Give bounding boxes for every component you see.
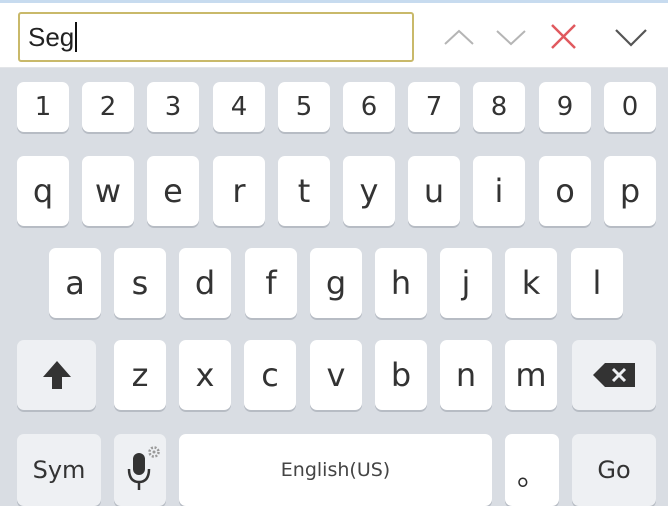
chevron-up-icon[interactable] xyxy=(440,18,478,56)
key-f[interactable]: f xyxy=(245,248,297,318)
key-label: 6 xyxy=(360,92,378,122)
key-label: g xyxy=(325,264,347,302)
key-label: f xyxy=(265,264,277,302)
key-s[interactable]: s xyxy=(114,248,166,318)
key-label: n xyxy=(455,356,477,394)
key-d[interactable]: d xyxy=(179,248,231,318)
key-label: 5 xyxy=(295,92,313,122)
find-query-text: Seg xyxy=(28,21,75,52)
backspace-key[interactable] xyxy=(572,340,656,410)
collapse-chevron-icon[interactable] xyxy=(612,18,650,56)
chevron-down-icon[interactable] xyxy=(492,18,530,56)
key-label: a xyxy=(65,264,85,302)
key-label: b xyxy=(390,356,412,394)
key-label: m xyxy=(515,356,547,394)
key-label: i xyxy=(494,172,504,210)
key-5[interactable]: 5 xyxy=(278,82,330,132)
key-label: 2 xyxy=(99,92,117,122)
key-label: d xyxy=(194,264,216,302)
key-label: z xyxy=(131,356,149,394)
key-label: j xyxy=(461,264,471,302)
find-input[interactable]: Seg xyxy=(18,12,414,62)
key-z[interactable]: z xyxy=(114,340,166,410)
key-y[interactable]: y xyxy=(343,156,395,226)
key-label: 1 xyxy=(34,92,52,122)
sym-key[interactable]: Sym xyxy=(17,434,101,506)
go-key-label: Go xyxy=(597,456,631,484)
key-label: l xyxy=(592,264,602,302)
key-1[interactable]: 1 xyxy=(17,82,69,132)
key-x[interactable]: x xyxy=(179,340,231,410)
text-caret xyxy=(75,22,78,52)
key-4[interactable]: 4 xyxy=(213,82,265,132)
key-label: t xyxy=(297,172,311,210)
key-w[interactable]: w xyxy=(82,156,134,226)
shift-key[interactable] xyxy=(17,340,96,410)
key-l[interactable]: l xyxy=(571,248,623,318)
key-label: p xyxy=(619,172,641,210)
sym-key-label: Sym xyxy=(32,456,86,484)
key-p[interactable]: p xyxy=(604,156,656,226)
key-label: h xyxy=(390,264,412,302)
key-label: e xyxy=(163,172,183,210)
backspace-icon xyxy=(591,361,637,389)
space-key[interactable]: English(US) xyxy=(179,434,492,506)
key-g[interactable]: g xyxy=(310,248,362,318)
key-6[interactable]: 6 xyxy=(343,82,395,132)
space-key-label: English(US) xyxy=(280,459,391,481)
keyboard: Sym English(US) 。 Go 1 2 3 4 5 6 7 8 9 0 q w e r t y u i o… xyxy=(0,68,668,506)
key-0[interactable]: 0 xyxy=(604,82,656,132)
key-label: 3 xyxy=(164,92,182,122)
key-i[interactable]: i xyxy=(473,156,525,226)
key-u[interactable]: u xyxy=(408,156,460,226)
key-a[interactable]: a xyxy=(49,248,101,318)
key-label: r xyxy=(232,172,246,210)
key-m[interactable]: m xyxy=(505,340,557,410)
key-7[interactable]: 7 xyxy=(408,82,460,132)
key-label: u xyxy=(423,172,445,210)
microphone-settings-icon xyxy=(119,445,161,495)
key-label: 9 xyxy=(556,92,574,122)
key-label: k xyxy=(521,264,541,302)
key-b[interactable]: b xyxy=(375,340,427,410)
key-2[interactable]: 2 xyxy=(82,82,134,132)
key-r[interactable]: r xyxy=(213,156,265,226)
key-label: c xyxy=(261,356,279,394)
key-label: v xyxy=(326,356,346,394)
period-key[interactable]: 。 xyxy=(505,434,559,506)
key-label: 0 xyxy=(621,92,639,122)
go-key[interactable]: Go xyxy=(572,434,656,506)
key-3[interactable]: 3 xyxy=(147,82,199,132)
key-label: y xyxy=(359,172,379,210)
key-label: w xyxy=(94,172,122,210)
key-e[interactable]: e xyxy=(147,156,199,226)
key-j[interactable]: j xyxy=(440,248,492,318)
find-bar: Seg xyxy=(0,3,668,68)
close-x-icon[interactable] xyxy=(544,18,582,56)
mic-key[interactable] xyxy=(114,434,166,506)
shift-up-arrow-icon xyxy=(40,358,74,392)
key-label: s xyxy=(131,264,149,302)
key-label: 4 xyxy=(230,92,248,122)
key-label: x xyxy=(195,356,215,394)
key-label: 8 xyxy=(490,92,508,122)
key-q[interactable]: q xyxy=(17,156,69,226)
key-label: q xyxy=(32,172,54,210)
key-k[interactable]: k xyxy=(505,248,557,318)
key-c[interactable]: c xyxy=(244,340,296,410)
key-o[interactable]: o xyxy=(539,156,591,226)
key-v[interactable]: v xyxy=(310,340,362,410)
key-label: o xyxy=(555,172,575,210)
key-t[interactable]: t xyxy=(278,156,330,226)
key-label: 7 xyxy=(425,92,443,122)
period-key-label: 。 xyxy=(517,458,547,493)
key-9[interactable]: 9 xyxy=(539,82,591,132)
key-h[interactable]: h xyxy=(375,248,427,318)
key-n[interactable]: n xyxy=(440,340,492,410)
key-8[interactable]: 8 xyxy=(473,82,525,132)
